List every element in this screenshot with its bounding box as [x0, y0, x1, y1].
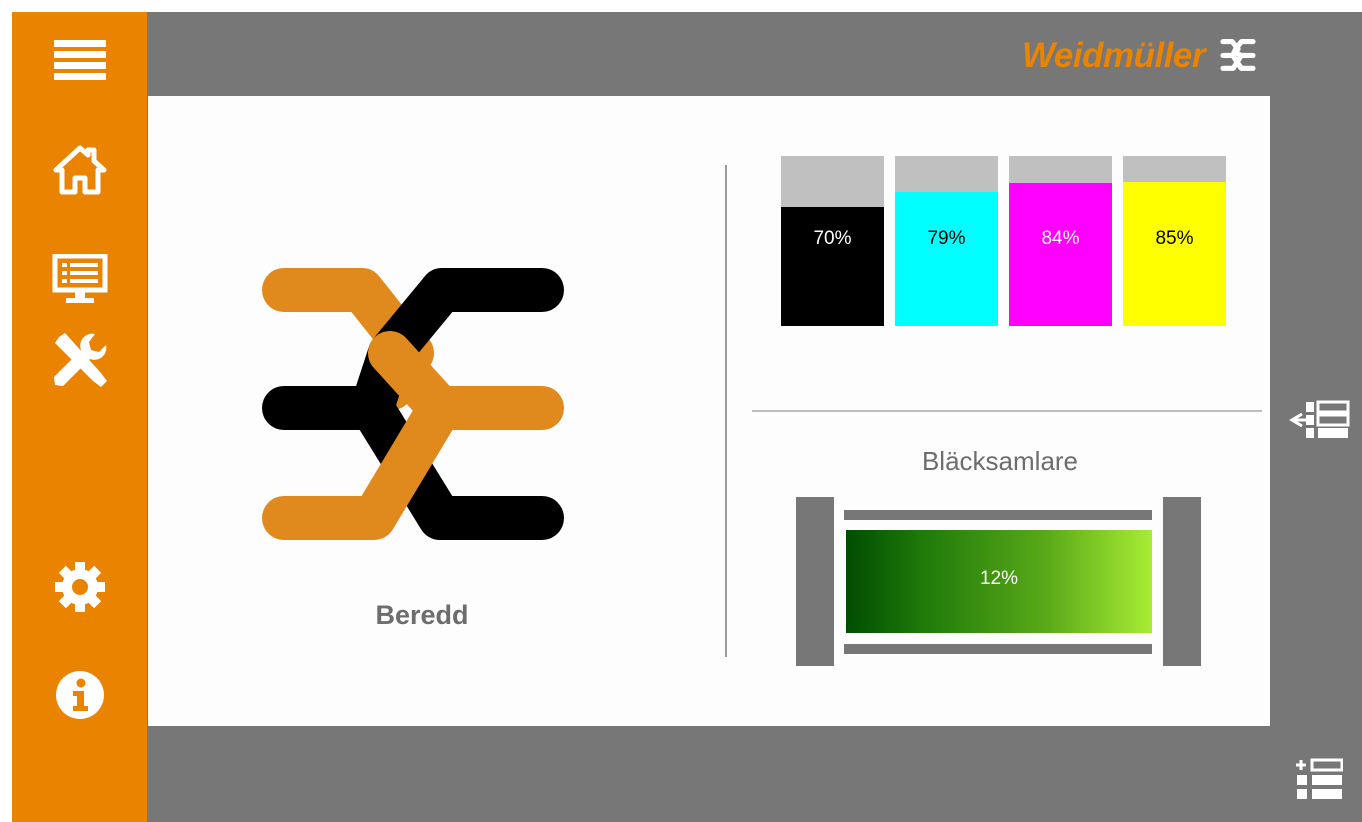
ink-label-yellow: 85%	[1155, 228, 1194, 249]
ink-fill-yellow	[1123, 181, 1226, 326]
gear-icon	[54, 562, 105, 612]
settings-button[interactable]	[12, 552, 147, 622]
sidebar	[12, 12, 147, 822]
info-icon	[55, 671, 104, 719]
ink-fill-cyan	[895, 191, 998, 326]
weidmueller-logo-icon	[1220, 39, 1256, 71]
ink-level-yellow[interactable]: 85%	[1123, 156, 1226, 326]
ink-label-cyan: 79%	[927, 228, 966, 249]
status-label: Beredd	[375, 600, 469, 630]
ink-collector-label: 12%	[979, 568, 1019, 589]
monitor-icon	[52, 254, 107, 303]
home-icon	[53, 145, 106, 195]
horizontal-divider	[752, 410, 1262, 412]
hamburger-menu-button[interactable]	[12, 27, 147, 97]
list-add-icon	[1296, 758, 1343, 799]
monitor-button[interactable]	[12, 244, 147, 314]
status-logo-icon	[262, 268, 564, 540]
ink-collector-gauge[interactable]: 12%	[846, 530, 1152, 633]
ink-level-magenta[interactable]: 84%	[1009, 156, 1112, 326]
tools-icon	[53, 333, 107, 387]
list-collapse-icon	[1289, 400, 1350, 438]
vertical-divider	[725, 165, 727, 657]
hamburger-menu-icon	[53, 40, 106, 80]
collector-top-rail	[844, 510, 1152, 520]
panel-in-button[interactable]	[1283, 390, 1355, 450]
ink-fill-black	[781, 207, 884, 326]
collector-left-post	[796, 497, 834, 666]
ink-fill-magenta	[1009, 183, 1112, 326]
ink-level-cyan[interactable]: 79%	[895, 156, 998, 326]
brand-logo: Weidmüller	[1022, 34, 1259, 78]
ink-label-black: 70%	[813, 228, 852, 249]
home-button[interactable]	[12, 135, 147, 205]
ink-collector-title: Bläcksamlare	[921, 446, 1079, 476]
brand-name: Weidmüller	[1022, 36, 1206, 75]
collector-right-post	[1163, 497, 1201, 666]
ink-level-black[interactable]: 70%	[781, 156, 884, 326]
ink-label-magenta: 84%	[1041, 228, 1080, 249]
job-list-button[interactable]	[1283, 750, 1355, 810]
info-button[interactable]	[12, 660, 147, 730]
tools-button[interactable]	[12, 325, 147, 395]
collector-bottom-rail	[844, 644, 1152, 654]
